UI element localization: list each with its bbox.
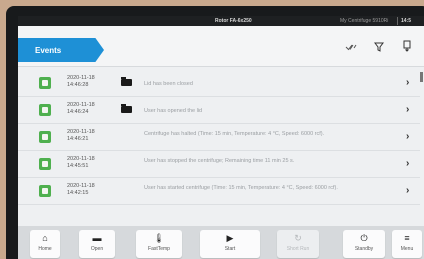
export-icon[interactable] — [398, 40, 416, 58]
event-row[interactable]: 2020-11-18 14:45:51 User has stopped the … — [18, 151, 420, 178]
status-divider — [397, 17, 398, 25]
short-run-icon: ↻ — [294, 233, 302, 243]
chevron-right-icon[interactable]: › — [406, 131, 409, 142]
chevron-right-icon[interactable]: › — [406, 104, 409, 115]
filter-icon[interactable] — [370, 40, 388, 58]
event-timestamp: 2020-11-18 14:46:21 — [67, 129, 95, 142]
event-timestamp: 2020-11-18 14:46:28 — [67, 75, 95, 88]
status-ok-icon — [39, 104, 51, 116]
thermometer-icon: 🌡︎ — [153, 233, 165, 243]
bottom-toolbar: ⌂ Home ▬ Open 🌡︎ FastTemp ▶ Start ↻ Shor… — [18, 226, 424, 259]
event-message: User has opened the lid — [144, 108, 203, 114]
chevron-right-icon[interactable]: › — [406, 158, 409, 169]
event-list: 2020-11-18 14:46:28 Lid has been closed ›… — [18, 68, 424, 226]
event-message: Centrifuge has halted (Time: 15 min, Tem… — [144, 131, 325, 137]
hamburger-icon: ≡ — [404, 233, 410, 243]
scrollbar[interactable] — [420, 72, 423, 82]
standby-button[interactable]: ⏻ Standby — [343, 230, 385, 258]
open-button[interactable]: ▬ Open — [79, 230, 115, 258]
chevron-right-icon[interactable]: › — [406, 185, 409, 196]
home-icon: ⌂ — [42, 233, 48, 243]
short-run-button[interactable]: ↻ Short Run — [277, 230, 319, 258]
status-ok-icon — [39, 158, 51, 170]
rotor-title: Rotor FA-6x250 — [215, 18, 252, 24]
device-name: My Centrifuge 5910Ri — [340, 18, 389, 24]
event-row[interactable]: 2020-11-18 14:42:15 User has started cent… — [18, 178, 420, 205]
folder-icon — [121, 104, 132, 113]
open-lid-icon: ▬ — [92, 233, 102, 243]
event-timestamp: 2020-11-18 14:46:24 — [67, 102, 95, 115]
status-ok-icon — [39, 185, 51, 197]
play-icon: ▶ — [226, 233, 234, 243]
status-ok-icon — [39, 77, 51, 89]
event-message: Lid has been closed — [144, 81, 193, 87]
start-button[interactable]: ▶ Start — [200, 230, 260, 258]
event-message: User has started centrifuge (Time: 15 mi… — [144, 185, 338, 191]
clock: 14:5 — [401, 18, 412, 24]
chevron-right-icon[interactable]: › — [406, 77, 409, 88]
folder-icon — [121, 77, 132, 86]
home-button[interactable]: ⌂ Home — [30, 230, 60, 258]
tab-events[interactable]: Events — [18, 38, 104, 62]
status-ok-icon — [39, 131, 51, 143]
event-message: User has stopped the centrifuge; Remaini… — [144, 158, 295, 164]
menu-button[interactable]: ≡ Menu — [392, 230, 422, 258]
page-header: Events — [18, 26, 424, 67]
filter-check-icon[interactable] — [342, 40, 360, 58]
fasttemp-button[interactable]: 🌡︎ FastTemp — [136, 230, 182, 258]
event-timestamp: 2020-11-18 14:42:15 — [67, 183, 95, 196]
screen: Rotor FA-6x250 My Centrifuge 5910Ri 14:5… — [18, 16, 424, 259]
status-bar: Rotor FA-6x250 My Centrifuge 5910Ri 14:5 — [18, 16, 424, 26]
event-row[interactable]: 2020-11-18 14:46:28 Lid has been closed › — [18, 70, 420, 97]
event-row[interactable]: 2020-11-18 14:46:21 Centrifuge has halted… — [18, 124, 420, 151]
power-icon: ⏻ — [360, 233, 368, 243]
event-row[interactable]: 2020-11-18 14:46:24 User has opened the l… — [18, 97, 420, 124]
event-timestamp: 2020-11-18 14:45:51 — [67, 156, 95, 169]
